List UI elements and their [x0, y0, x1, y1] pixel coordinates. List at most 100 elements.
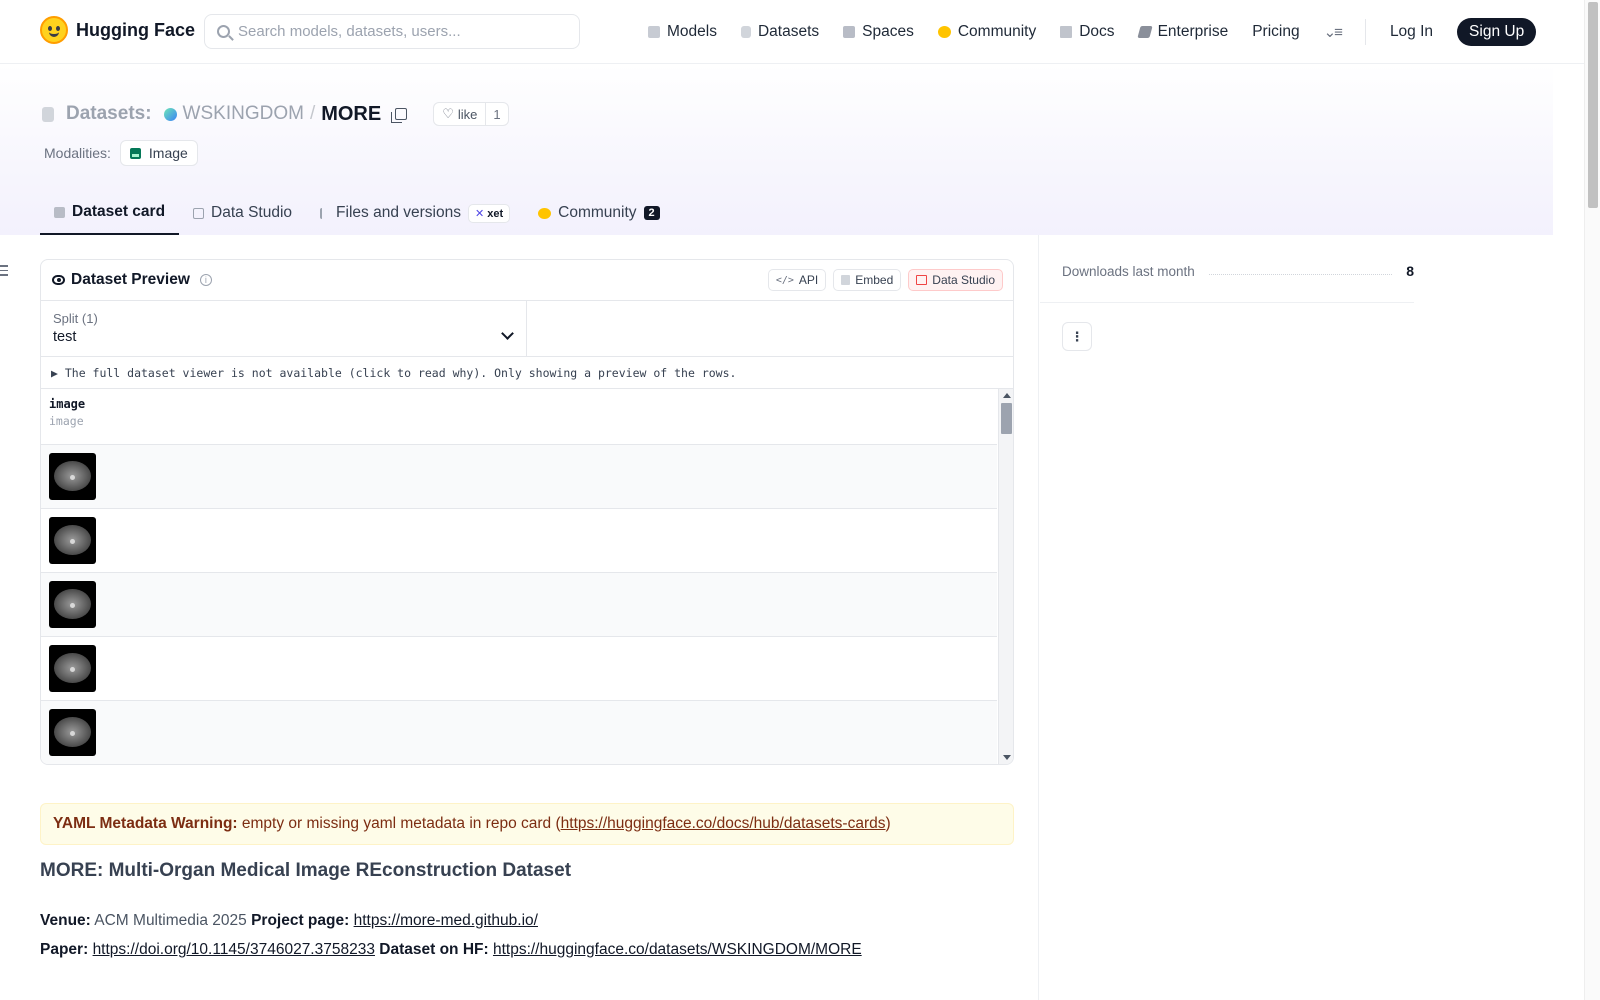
yaml-metadata-warning: YAML Metadata Warning: empty or missing …	[40, 803, 1014, 845]
venue-line: Venue: ACM Multimedia 2025 Project page:…	[40, 912, 538, 930]
warning-link[interactable]: https://huggingface.co/docs/hub/datasets…	[561, 815, 886, 832]
modality-chip-image[interactable]: Image	[119, 140, 198, 166]
column-header[interactable]: image image	[41, 389, 997, 445]
table-row[interactable]	[41, 445, 997, 509]
split-select[interactable]: Split (1) test	[41, 301, 527, 356]
xet-label: xet	[487, 207, 504, 220]
like-count[interactable]: 1	[486, 107, 507, 122]
warning-text: empty or missing yaml metadata in repo c…	[237, 815, 561, 832]
info-icon[interactable]: i	[199, 274, 212, 286]
paper-line: Paper: https://doi.org/10.1145/3746027.3…	[40, 941, 862, 959]
login-link[interactable]: Log In	[1390, 23, 1433, 41]
nav-divider	[1364, 19, 1366, 45]
page-scroll-thumb[interactable]	[1588, 2, 1598, 208]
modalities-label: Modalities:	[44, 145, 111, 161]
org-avatar	[163, 107, 177, 121]
table-scrollbar[interactable]	[998, 389, 1013, 764]
nav-enterprise[interactable]: Enterprise	[1136, 23, 1228, 41]
nav-pricing[interactable]: Pricing	[1252, 23, 1299, 41]
enterprise-icon	[1136, 26, 1153, 38]
nav-datasets-label: Datasets	[757, 23, 820, 40]
grid-icon	[843, 26, 856, 38]
menu-list-icon[interactable]: ⌄≡	[1324, 23, 1343, 41]
column-type: image	[49, 414, 84, 428]
nav-models[interactable]: Models	[648, 23, 717, 41]
eye-icon	[52, 275, 65, 285]
data-studio-button[interactable]: Data Studio	[908, 269, 1003, 291]
ct-scan-thumbnail[interactable]	[49, 581, 96, 628]
nav-datasets[interactable]: Datasets	[740, 23, 820, 41]
like-button[interactable]: ♡ like	[434, 103, 487, 125]
project-label: Project page:	[251, 912, 350, 929]
copy-icon[interactable]	[391, 108, 408, 123]
page-scrollbar[interactable]	[1584, 0, 1600, 1000]
hf-dataset-link[interactable]: https://huggingface.co/datasets/WSKINGDO…	[493, 941, 862, 958]
top-navbar: Hugging Face Models Datasets Spaces Comm…	[0, 0, 1584, 64]
code-icon: </>	[775, 274, 794, 286]
table-row[interactable]	[41, 701, 997, 764]
nav-spaces[interactable]: Spaces	[843, 23, 914, 41]
viewer-unavailable-notice[interactable]: ▶ The full dataset viewer is not availab…	[41, 357, 1013, 389]
project-link[interactable]: https://more-med.github.io/	[354, 912, 538, 929]
nav-community[interactable]: Community	[937, 23, 1036, 41]
card-heading: MORE: Multi-Organ Medical Image REconstr…	[40, 860, 572, 881]
search-input[interactable]	[238, 23, 558, 40]
table-row[interactable]	[41, 509, 997, 573]
tab-community[interactable]: Community 2	[524, 191, 674, 235]
database-icon	[42, 106, 54, 122]
search-box[interactable]	[204, 14, 580, 49]
hf-label: Dataset on HF:	[379, 941, 489, 958]
heart-icon: ♡	[442, 106, 454, 121]
repo-name[interactable]: MORE	[321, 103, 381, 126]
nav-docs[interactable]: Docs	[1060, 23, 1115, 41]
preview-table: image image	[41, 389, 1013, 764]
venue-value: ACM Multimedia 2025	[90, 912, 252, 929]
ct-scan-thumbnail[interactable]	[49, 645, 96, 692]
main-nav: Models Datasets Spaces Community Docs En…	[648, 18, 1537, 46]
tab-files-and-versions[interactable]: Files and versions ✕ xet	[306, 191, 524, 235]
dataset-preview-title: Dataset Preview i	[52, 271, 212, 289]
scroll-thumb[interactable]	[1001, 403, 1012, 434]
community-icon	[538, 207, 552, 219]
scroll-up-icon[interactable]	[1003, 393, 1011, 398]
breadcrumb-org[interactable]: WSKINGDOM	[183, 103, 304, 125]
paper-label: Paper:	[40, 941, 89, 958]
scroll-down-icon[interactable]	[1003, 755, 1011, 760]
signup-button[interactable]: Sign Up	[1457, 18, 1537, 46]
table-icon	[193, 207, 205, 219]
column-name: image	[49, 397, 86, 411]
hugging-face-logo-icon	[40, 16, 68, 44]
community-count-badge: 2	[643, 206, 660, 220]
image-icon	[129, 147, 141, 159]
community-icon	[937, 26, 951, 38]
search-icon	[217, 25, 230, 38]
breadcrumb-section[interactable]: Datasets:	[66, 103, 152, 125]
api-button-label: API	[798, 273, 819, 287]
embed-button[interactable]: Embed	[833, 269, 902, 291]
table-row[interactable]	[41, 637, 997, 701]
xet-badge: ✕ xet	[467, 203, 511, 223]
tab-dataset-card[interactable]: Dataset card	[40, 191, 180, 235]
brand-logo[interactable]: Hugging Face	[40, 16, 195, 44]
tab-data-studio[interactable]: Data Studio	[179, 191, 306, 235]
repo-tabs: Dataset card Data Studio Files and versi…	[40, 191, 674, 235]
ct-scan-thumbnail[interactable]	[49, 709, 96, 756]
table-row[interactable]	[41, 573, 997, 637]
nav-models-label: Models	[667, 23, 717, 40]
files-icon	[320, 207, 329, 219]
downloads-label: Downloads last month	[1062, 263, 1195, 279]
paper-link[interactable]: https://doi.org/10.1145/3746027.3758233	[93, 941, 375, 958]
api-button[interactable]: </> API	[767, 269, 827, 291]
embed-button-label: Embed	[855, 273, 894, 287]
database-icon	[740, 26, 751, 38]
ct-scan-thumbnail[interactable]	[49, 517, 96, 564]
data-studio-button-label: Data Studio	[932, 273, 995, 287]
downloads-stat: Downloads last month 8	[1062, 263, 1414, 279]
ct-scan-thumbnail[interactable]	[49, 453, 96, 500]
table-rows	[41, 445, 1013, 764]
viewer-actions: </> API Embed Data Studio	[767, 269, 1003, 291]
cube-icon	[648, 26, 660, 38]
kebab-icon[interactable]: ⋮	[1062, 322, 1092, 351]
downloads-value: 8	[1406, 263, 1414, 279]
sidebar-toggle-icon[interactable]	[0, 265, 10, 277]
